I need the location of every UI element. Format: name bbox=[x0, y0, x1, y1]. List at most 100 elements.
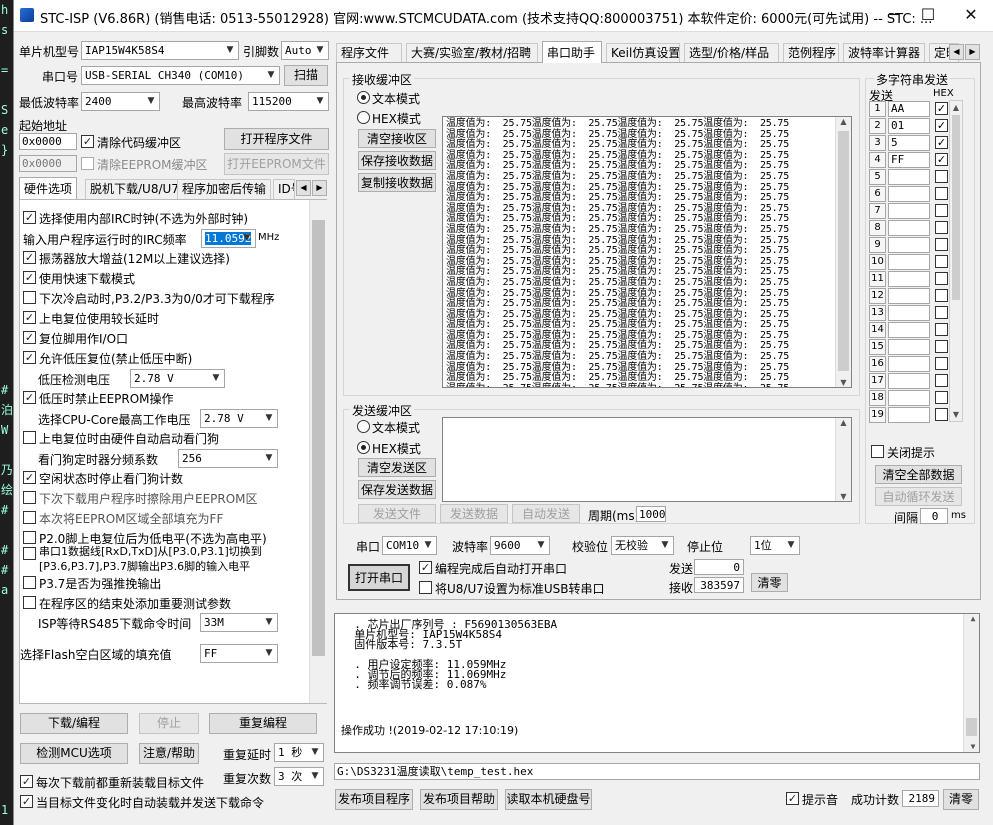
scroll-up-icon[interactable]: ▲ bbox=[836, 117, 851, 126]
clear-receive-button[interactable]: 清空接收区 bbox=[358, 129, 436, 148]
mcu-type-select[interactable]: IAP15W4K58S4 ▼ bbox=[81, 41, 239, 60]
option-checkbox[interactable] bbox=[23, 351, 36, 364]
send-text-mode-radio[interactable] bbox=[357, 420, 370, 433]
close-button[interactable]: ✕ bbox=[948, 0, 993, 32]
multi-string-input[interactable]: 5 bbox=[888, 135, 930, 151]
save-send-button[interactable]: 保存发送数据 bbox=[358, 480, 436, 499]
file-path-field[interactable]: G:\DS3231温度读取\temp_test.hex bbox=[334, 763, 980, 780]
open-eeprom-file-button[interactable]: 打开EEPROM文件 bbox=[224, 153, 329, 175]
tab-scroll-right-icon[interactable]: ▶ bbox=[965, 44, 980, 60]
scroll-thumb[interactable] bbox=[838, 131, 849, 371]
open-program-file-button[interactable]: 打开程序文件 bbox=[224, 128, 329, 150]
clear-success-button[interactable]: 清零 bbox=[943, 789, 979, 810]
repeat-count-select[interactable]: 3 次 ▼ bbox=[274, 767, 324, 786]
tab-scroll-right-icon[interactable]: ▶ bbox=[312, 180, 327, 196]
multi-send-index-button[interactable]: 3 bbox=[869, 135, 886, 151]
multi-send-index-button[interactable]: 17 bbox=[869, 373, 886, 389]
clear-count-button[interactable]: 清零 bbox=[751, 573, 788, 592]
copy-receive-button[interactable]: 复制接收数据 bbox=[358, 173, 436, 192]
multi-send-index-button[interactable]: 5 bbox=[869, 169, 886, 185]
beep-checkbox[interactable] bbox=[786, 792, 799, 805]
option-checkbox[interactable] bbox=[23, 511, 36, 524]
tab-3[interactable]: Keil仿真设置 bbox=[606, 43, 680, 63]
option-checkbox[interactable] bbox=[23, 291, 36, 304]
tab-0[interactable]: 程序文件 bbox=[336, 43, 402, 63]
low-voltage-select[interactable]: 2.78 V ▼ bbox=[130, 369, 225, 388]
multi-hex-checkbox[interactable] bbox=[935, 391, 948, 404]
publish-program-button[interactable]: 发布项目程序 bbox=[335, 789, 413, 810]
tab-2[interactable]: 串口助手 bbox=[542, 41, 602, 63]
irc-frequency-select[interactable]: 11.0592 ▼ bbox=[201, 229, 256, 248]
multi-hex-checkbox[interactable] bbox=[935, 357, 948, 370]
option-checkbox[interactable] bbox=[23, 596, 36, 609]
max-baud-select[interactable]: 115200 ▼ bbox=[248, 92, 329, 111]
send-data-button[interactable]: 发送数据 bbox=[440, 504, 508, 523]
scroll-down-icon[interactable]: ▼ bbox=[950, 410, 962, 419]
scroll-thumb[interactable] bbox=[312, 220, 325, 656]
multi-string-input[interactable] bbox=[888, 203, 930, 219]
option-checkbox[interactable] bbox=[23, 331, 36, 344]
download-program-button[interactable]: 下载/编程 bbox=[20, 713, 128, 734]
multi-hex-checkbox[interactable] bbox=[935, 374, 948, 387]
tab-hardware-options[interactable]: 硬件选项 bbox=[19, 177, 78, 199]
reload-before-download-checkbox[interactable] bbox=[20, 775, 33, 788]
receive-text-area[interactable]: 温度值为: 25.75温度值为: 25.75温度值为: 25.75温度值为: 2… bbox=[442, 116, 852, 388]
multi-string-input[interactable] bbox=[888, 339, 930, 355]
send-hex-mode-radio[interactable] bbox=[357, 441, 370, 454]
option-checkbox[interactable] bbox=[23, 311, 36, 324]
multi-send-index-button[interactable]: 2 bbox=[869, 118, 886, 134]
multi-string-input[interactable] bbox=[888, 356, 930, 372]
detect-mcu-button[interactable]: 检测MCU选项 bbox=[20, 743, 128, 764]
cpu-voltage-select[interactable]: 2.78 V ▼ bbox=[200, 409, 278, 428]
option-checkbox[interactable] bbox=[23, 391, 36, 404]
scroll-thumb[interactable] bbox=[966, 718, 977, 736]
close-hint-checkbox[interactable] bbox=[871, 445, 884, 458]
multi-string-input[interactable]: FF bbox=[888, 152, 930, 168]
repeat-delay-select[interactable]: 1 秒 ▼ bbox=[274, 743, 324, 762]
usb-serial-checkbox[interactable] bbox=[419, 581, 432, 594]
multi-send-index-button[interactable]: 6 bbox=[869, 186, 886, 202]
multi-hex-checkbox[interactable] bbox=[935, 306, 948, 319]
multi-send-index-button[interactable]: 18 bbox=[869, 390, 886, 406]
scroll-down-icon[interactable]: ▼ bbox=[836, 492, 851, 501]
multi-hex-checkbox[interactable] bbox=[935, 136, 948, 149]
serial-port-select[interactable]: COM10 ▼ bbox=[382, 536, 437, 555]
auto-open-checkbox[interactable] bbox=[419, 561, 432, 574]
multi-scrollbar[interactable]: ▲ ▼ bbox=[949, 100, 963, 422]
multi-send-index-button[interactable]: 9 bbox=[869, 237, 886, 253]
multi-hex-checkbox[interactable] bbox=[935, 170, 948, 183]
publish-help-button[interactable]: 发布项目帮助 bbox=[420, 789, 498, 810]
multi-string-input[interactable] bbox=[888, 220, 930, 236]
tab-encrypted-transfer[interactable]: 程序加密后传输 bbox=[177, 179, 272, 199]
send-file-button[interactable]: 发送文件 bbox=[358, 504, 436, 523]
output-log[interactable]: . 芯片出厂序列号 : F5690130563EBA 单片机型号: IAP15W… bbox=[334, 613, 980, 753]
auto-send-on-change-checkbox[interactable] bbox=[20, 795, 33, 808]
option-checkbox[interactable] bbox=[23, 211, 36, 224]
tab-5[interactable]: 范例程序 bbox=[783, 43, 839, 63]
multi-hex-checkbox[interactable] bbox=[935, 153, 948, 166]
option-checkbox[interactable] bbox=[23, 576, 36, 589]
multi-send-index-button[interactable]: 11 bbox=[869, 271, 886, 287]
tab-1[interactable]: 大赛/实验室/教材/招聘 bbox=[406, 43, 538, 63]
multi-string-input[interactable] bbox=[888, 322, 930, 338]
clear-code-checkbox[interactable] bbox=[81, 135, 94, 148]
maximize-button[interactable]: ☐ bbox=[905, 0, 951, 32]
tab-scroll-left-icon[interactable]: ◀ bbox=[296, 180, 311, 196]
multi-string-input[interactable] bbox=[888, 186, 930, 202]
open-serial-button[interactable]: 打开串口 bbox=[348, 564, 410, 591]
multi-hex-checkbox[interactable] bbox=[935, 323, 948, 336]
auto-send-button[interactable]: 自动发送 bbox=[512, 504, 580, 523]
isp-wait-time-select[interactable]: 33M ▼ bbox=[200, 613, 278, 632]
help-button[interactable]: 注意/帮助 bbox=[139, 743, 199, 764]
send-scrollbar[interactable]: ▲ ▼ bbox=[835, 418, 851, 501]
watchdog-prescaler-select[interactable]: 256 ▼ bbox=[178, 449, 278, 468]
multi-hex-checkbox[interactable] bbox=[935, 289, 948, 302]
save-receive-button[interactable]: 保存接收数据 bbox=[358, 151, 436, 170]
port-select[interactable]: USB-SERIAL CH340 (COM10) ▼ bbox=[81, 66, 280, 85]
multi-hex-checkbox[interactable] bbox=[935, 408, 948, 421]
multi-hex-checkbox[interactable] bbox=[935, 187, 948, 200]
clear-eeprom-checkbox[interactable] bbox=[81, 157, 94, 170]
interval-input[interactable]: 0 bbox=[920, 508, 948, 524]
multi-send-index-button[interactable]: 10 bbox=[869, 254, 886, 270]
multi-string-input[interactable] bbox=[888, 169, 930, 185]
